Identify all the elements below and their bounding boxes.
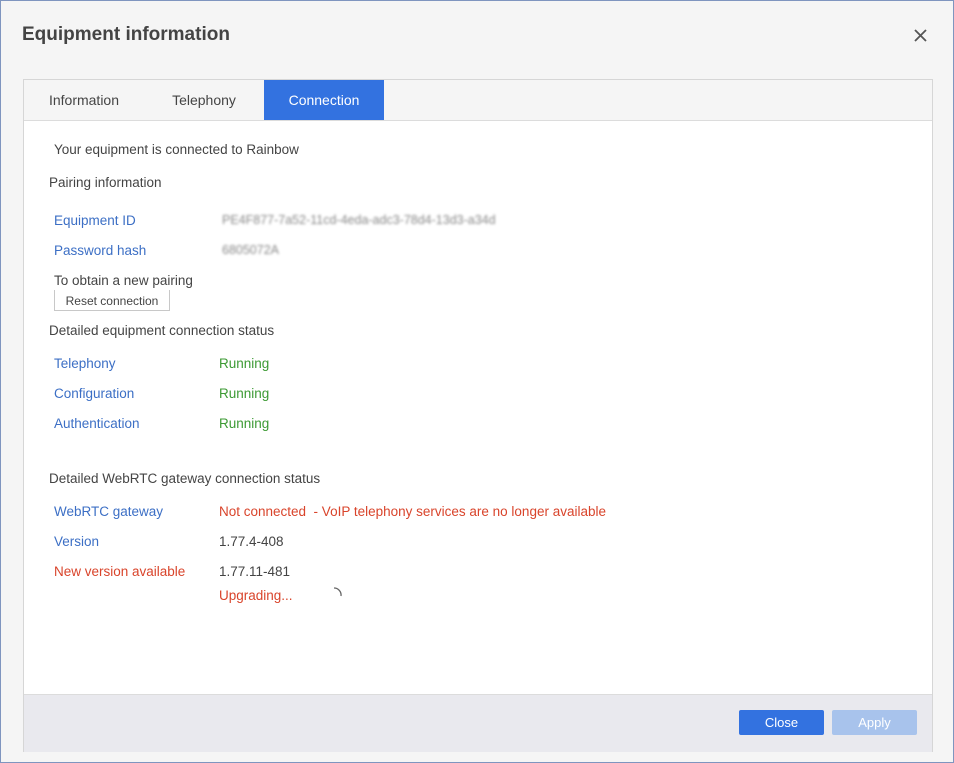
status-label-configuration: Configuration xyxy=(54,386,135,401)
apply-button[interactable]: Apply xyxy=(832,710,917,735)
reset-connection-button[interactable]: Reset connection xyxy=(54,290,170,311)
equipment-information-dialog: Equipment information Information Teleph… xyxy=(0,0,954,763)
webrtc-status-heading: Detailed WebRTC gateway connection statu… xyxy=(49,471,321,486)
tab-information[interactable]: Information xyxy=(24,80,144,120)
webrtc-gateway-label: WebRTC gateway xyxy=(54,504,164,519)
tab-bar: Information Telephony Connection xyxy=(24,80,932,121)
content-panel: Information Telephony Connection Your eq… xyxy=(23,79,933,752)
new-version-value: 1.77.11-481 xyxy=(219,564,291,579)
tab-telephony[interactable]: Telephony xyxy=(144,80,264,120)
connection-status-text: Your equipment is connected to Rainbow xyxy=(54,142,299,157)
equipment-id-value: PE4F877-7a52-11cd-4eda-adc3-78d4-13d3-a3… xyxy=(222,213,496,227)
pairing-heading: Pairing information xyxy=(49,175,162,190)
password-hash-value: 6805072A xyxy=(222,243,280,257)
webrtc-gateway-value: Not connected - VoIP telephony services … xyxy=(219,504,606,519)
status-label-authentication: Authentication xyxy=(54,416,140,431)
version-label: Version xyxy=(54,534,100,549)
new-version-label: New version available xyxy=(54,564,186,579)
close-button[interactable]: Close xyxy=(739,710,824,735)
dialog-footer: Close Apply xyxy=(24,694,932,752)
status-label-telephony: Telephony xyxy=(54,356,116,371)
status-value-authentication: Running xyxy=(219,416,270,431)
dialog-title: Equipment information xyxy=(22,24,230,45)
loading-spinner-icon xyxy=(333,587,342,597)
status-value-configuration: Running xyxy=(219,386,270,401)
equipment-status-heading: Detailed equipment connection status xyxy=(49,323,275,338)
tab-connection[interactable]: Connection xyxy=(264,80,384,120)
equipment-id-label: Equipment ID xyxy=(54,213,136,228)
new-pairing-text: To obtain a new pairing xyxy=(54,273,193,288)
upgrading-status: Upgrading... xyxy=(219,588,293,603)
password-hash-label: Password hash xyxy=(54,243,147,258)
status-value-telephony: Running xyxy=(219,356,270,371)
version-value: 1.77.4-408 xyxy=(219,534,284,549)
close-icon[interactable] xyxy=(910,25,932,47)
